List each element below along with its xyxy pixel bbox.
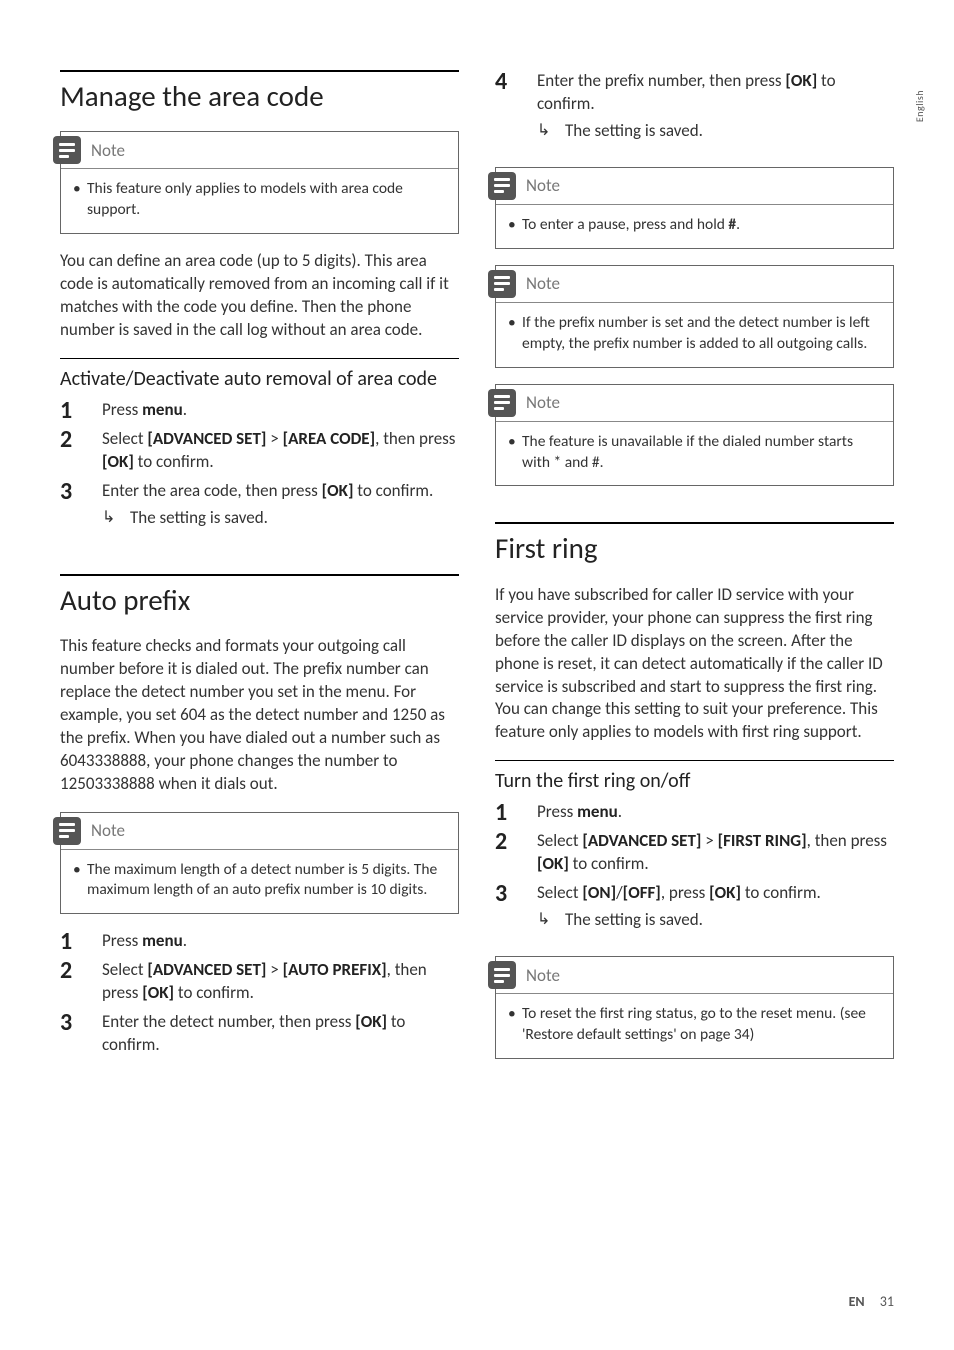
note-pause: Note To enter a pause, press and hold #. <box>495 167 894 249</box>
footer-lang: EN <box>849 1293 865 1310</box>
note-icon <box>488 389 516 417</box>
note-prefix-length: Note The maximum length of a detect numb… <box>60 812 459 915</box>
step-1: Press menu. <box>60 399 459 422</box>
note-icon <box>53 817 81 845</box>
heading-manage-area-code: Manage the area code <box>60 70 459 113</box>
note-label: Note <box>526 965 560 986</box>
step-result: The setting is saved. <box>537 120 894 143</box>
heading-first-ring: First ring <box>495 522 894 565</box>
auto-prefix-description: This feature checks and formats your out… <box>60 635 459 796</box>
auto-prefix-steps: Press menu. Select [ADVANCED SET] > [AUT… <box>60 930 459 1063</box>
area-code-description: You can define an area code (up to 5 dig… <box>60 250 459 342</box>
step-3: Select [ON]/[OFF], press [OK] to confirm… <box>495 882 894 932</box>
step-2: Select [ADVANCED SET] > [AREA CODE], the… <box>60 428 459 474</box>
first-ring-description: If you have subscribed for caller ID ser… <box>495 584 894 745</box>
note-label: Note <box>91 140 125 161</box>
note-label: Note <box>526 273 560 294</box>
step-1: Press menu. <box>495 801 894 824</box>
step-2: Select [ADVANCED SET] > [FIRST RING], th… <box>495 830 894 876</box>
area-code-steps: Press menu. Select [ADVANCED SET] > [ARE… <box>60 399 459 536</box>
hash-key-icon: # <box>728 215 736 236</box>
note-text: To enter a pause, press and hold #. <box>522 215 877 236</box>
page-footer: EN 31 <box>849 1293 894 1310</box>
note-label: Note <box>526 175 560 196</box>
footer-page-number: 31 <box>880 1293 894 1310</box>
step-result: The setting is saved. <box>537 909 894 932</box>
auto-prefix-steps-cont: Enter the prefix number, then press [OK]… <box>495 70 894 149</box>
note-text: If the prefix number is set and the dete… <box>522 313 877 355</box>
first-ring-steps: Press menu. Select [ADVANCED SET] > [FIR… <box>495 801 894 938</box>
note-text: This feature only applies to models with… <box>87 179 442 221</box>
step-3: Enter the detect number, then press [OK]… <box>60 1011 459 1057</box>
left-column: Manage the area code Note This feature o… <box>60 70 459 1081</box>
note-icon <box>53 136 81 164</box>
note-text: To reset the first ring status, go to th… <box>522 1004 877 1046</box>
heading-turn-first-ring: Turn the first ring on/off <box>495 760 894 793</box>
note-text: The feature is unavailable if the dialed… <box>522 432 877 474</box>
step-result: The setting is saved. <box>102 507 459 530</box>
note-area-code-support: Note This feature only applies to models… <box>60 131 459 234</box>
note-icon <box>488 172 516 200</box>
step-4: Enter the prefix number, then press [OK]… <box>495 70 894 143</box>
note-text: The maximum length of a detect number is… <box>87 860 442 902</box>
step-1: Press menu. <box>60 930 459 953</box>
note-unavailable: Note The feature is unavailable if the d… <box>495 384 894 487</box>
step-2: Select [ADVANCED SET] > [AUTO PREFIX], t… <box>60 959 459 1005</box>
language-tab: English <box>913 90 926 122</box>
note-reset-first-ring: Note To reset the first ring status, go … <box>495 956 894 1059</box>
step-3: Enter the area code, then press [OK] to … <box>60 480 459 530</box>
right-column: Enter the prefix number, then press [OK]… <box>495 70 894 1081</box>
note-icon <box>488 961 516 989</box>
note-empty-detect: Note If the prefix number is set and the… <box>495 265 894 368</box>
note-icon <box>488 270 516 298</box>
heading-activate-area-code: Activate/Deactivate auto removal of area… <box>60 358 459 391</box>
note-label: Note <box>91 820 125 841</box>
heading-auto-prefix: Auto prefix <box>60 574 459 617</box>
note-label: Note <box>526 392 560 413</box>
